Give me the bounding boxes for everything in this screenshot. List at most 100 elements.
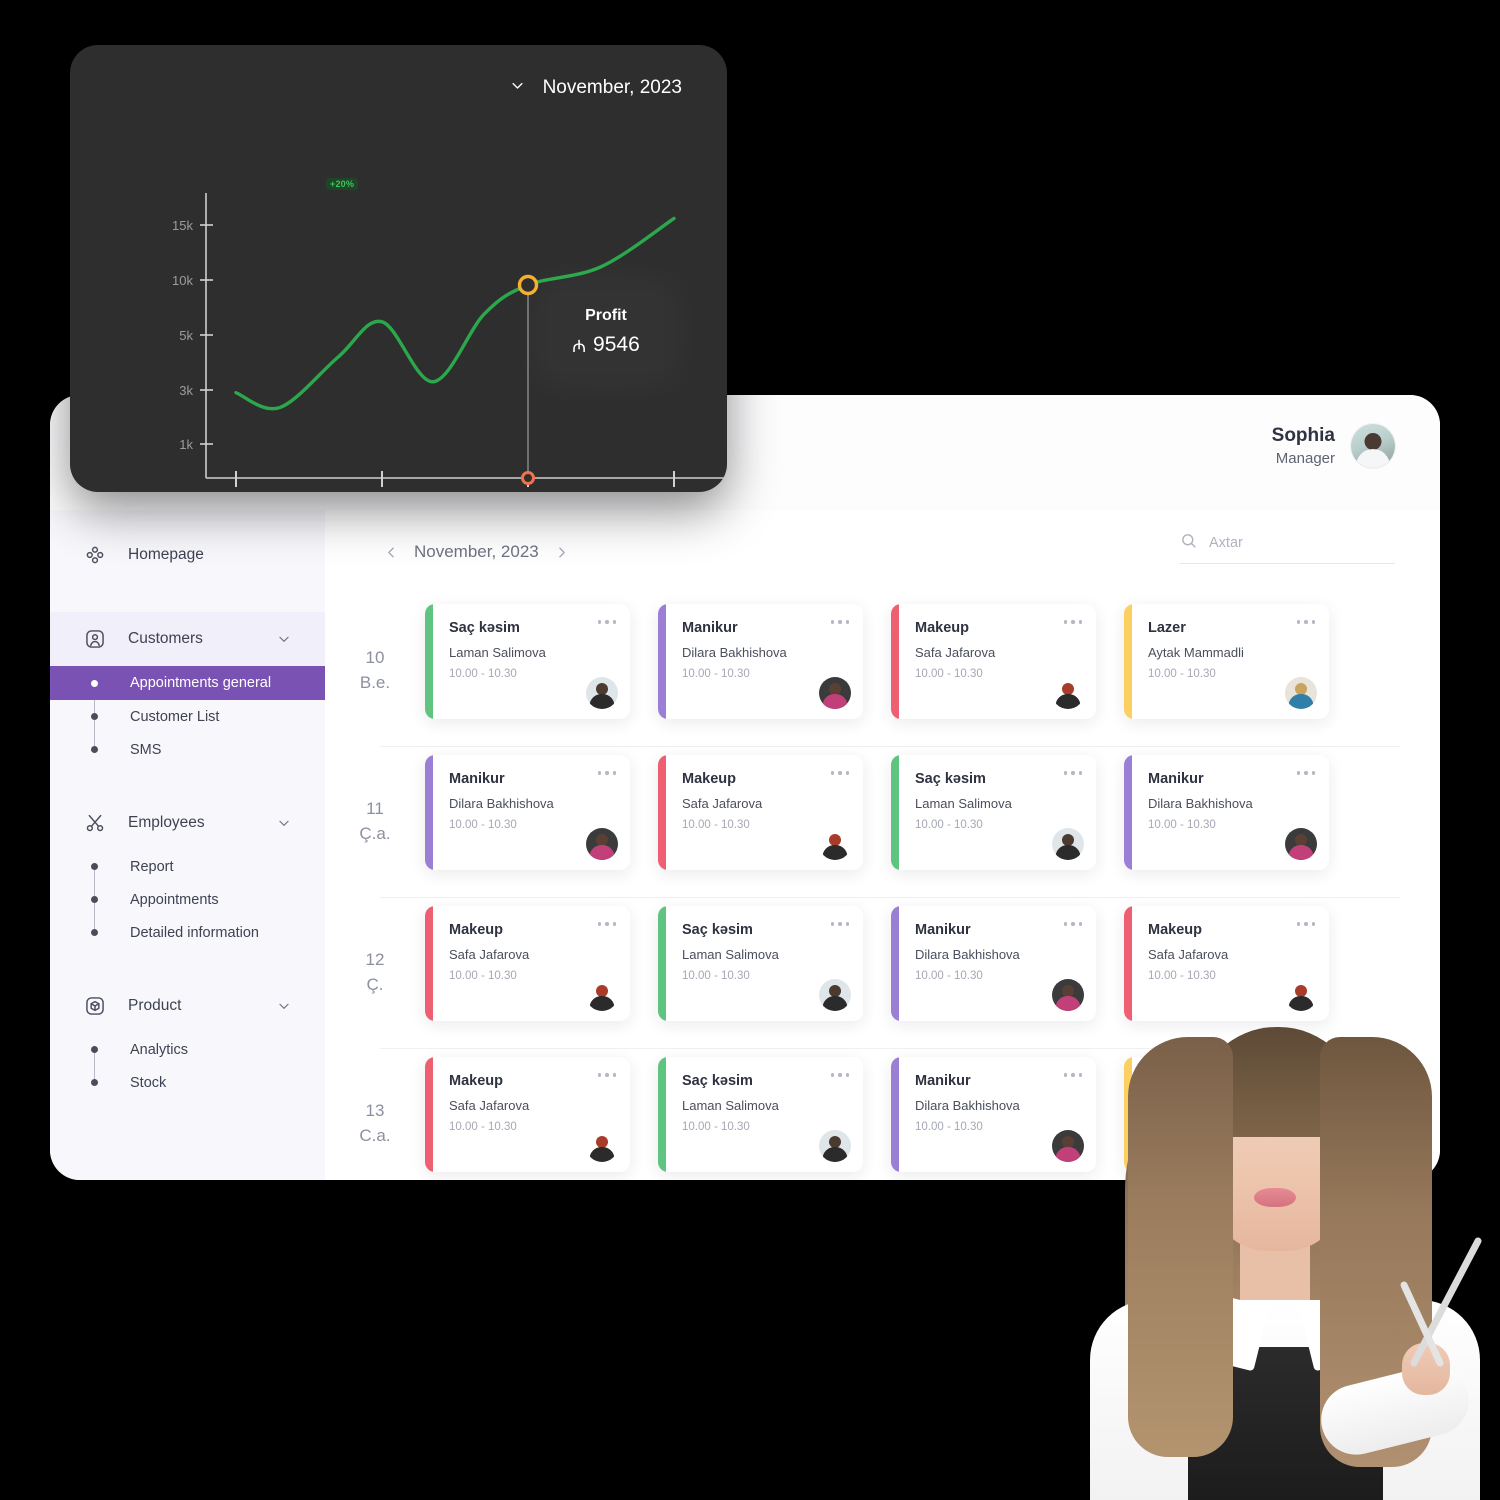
appointment-color-bar [425, 755, 433, 870]
sidebar-subitem-sms[interactable]: SMS [50, 733, 325, 766]
appointment-card[interactable]: Saç kəsim Laman Salimova 10.00 - 10.30 [425, 604, 630, 719]
schedule-row: 10 B.e. Saç kəsim Laman Salimova 10.00 - 10.… [325, 596, 1440, 747]
current-month-label: November, 2023 [414, 542, 539, 561]
bullet-icon [91, 929, 98, 936]
appointment-card[interactable]: Saç kəsim Laman Salimova 10.00 - 10.30 [658, 1057, 863, 1172]
more-options-icon[interactable] [597, 771, 616, 775]
growth-badge: +20% [326, 178, 359, 190]
more-options-icon[interactable] [1063, 771, 1082, 775]
appointment-time: 10.00 - 10.30 [682, 970, 750, 982]
sidebar-item-homepage[interactable]: Homepage [50, 528, 325, 582]
appointment-card[interactable]: Manikur Dilara Bakhishova 10.00 - 10.30 [1124, 755, 1329, 870]
user-profile[interactable]: Sophia Manager [1272, 423, 1395, 469]
homepage-icon [84, 544, 106, 566]
user-text: Sophia Manager [1272, 423, 1335, 469]
search-icon [1180, 532, 1197, 554]
appointment-card[interactable]: Manikur Dilara Bakhishova 10.00 - 10.30 [425, 755, 630, 870]
appointment-card[interactable]: Makeup Safa Jafarova 10.00 - 10.30 [425, 906, 630, 1021]
sidebar-subitem-stock[interactable]: Stock [50, 1066, 325, 1099]
user-name: Sophia [1271, 425, 1335, 446]
chevron-down-icon[interactable] [277, 999, 291, 1013]
appointment-time: 10.00 - 10.30 [449, 1121, 517, 1133]
appointment-time: 10.00 - 10.30 [1148, 668, 1216, 680]
appointment-time: 10.00 - 10.30 [449, 668, 517, 680]
scissors-icon [84, 812, 106, 834]
appointment-color-bar [425, 906, 433, 1021]
sidebar-subitem-appointments-general[interactable]: Appointments general [50, 666, 325, 700]
more-options-icon[interactable] [830, 922, 849, 926]
sidebar-subitem-report[interactable]: Report [50, 850, 325, 883]
sidebar-item-label: Product [128, 997, 182, 1014]
day-weekday: Ç. [366, 974, 384, 994]
appointment-service: Manikur [915, 922, 971, 938]
manat-currency-icon: ₼ [572, 336, 587, 356]
appointment-card[interactable]: Manikur Dilara Bakhishova 10.00 - 10.30 [891, 906, 1096, 1021]
more-options-icon[interactable] [1296, 771, 1315, 775]
appointment-client: Dilara Bakhishova [915, 1098, 1020, 1113]
client-avatar [819, 979, 851, 1011]
appointment-time: 10.00 - 10.30 [915, 819, 983, 831]
sidebar-subgroup-employees: Report Appointments Detailed information [50, 850, 325, 949]
more-options-icon[interactable] [1296, 922, 1315, 926]
appointment-client: Safa Jafarova [682, 796, 763, 811]
search-input[interactable] [1209, 535, 1395, 551]
more-options-icon[interactable] [830, 1073, 849, 1077]
appointment-card[interactable]: Manikur Dilara Bakhishova 10.00 - 10.30 [891, 1057, 1096, 1172]
bullet-icon [91, 746, 98, 753]
sidebar-subitem-detailed-information[interactable]: Detailed information [50, 916, 325, 949]
avatar[interactable] [1351, 423, 1395, 468]
chevron-down-icon[interactable] [277, 816, 291, 830]
next-month-button[interactable] [555, 546, 568, 559]
appointment-card[interactable]: Saç kəsim Laman Salimova 10.00 - 10.30 [891, 755, 1096, 870]
bullet-icon [91, 679, 98, 687]
photo-lips [1254, 1188, 1296, 1207]
sidebar-subitem-customer-list[interactable]: Customer List [50, 700, 325, 733]
appointment-card[interactable]: Makeup Safa Jafarova 10.00 - 10.30 [425, 1057, 630, 1172]
appointment-service: Manikur [1148, 771, 1204, 787]
more-options-icon[interactable] [597, 922, 616, 926]
svg-text:10k: 10k [172, 273, 193, 288]
appointment-service: Saç kəsim [682, 922, 753, 938]
bullet-icon [91, 896, 98, 903]
sidebar-item-product[interactable]: Product [50, 979, 325, 1033]
appointment-card[interactable]: Makeup Safa Jafarova 10.00 - 10.30 [891, 604, 1096, 719]
more-options-icon[interactable] [830, 771, 849, 775]
sidebar-item-customers[interactable]: Customers [50, 612, 325, 666]
day-weekday: B.e. [359, 672, 391, 692]
prev-month-button[interactable] [385, 546, 398, 559]
appointment-service: Manikur [449, 771, 505, 787]
sidebar-subitem-label: Appointments general [130, 675, 272, 691]
appointment-color-bar [658, 755, 666, 870]
sidebar-item-employees[interactable]: Employees [50, 796, 325, 850]
sidebar-subitem-appointments[interactable]: Appointments [50, 883, 325, 916]
chevron-down-icon[interactable] [277, 632, 291, 646]
more-options-icon[interactable] [1063, 620, 1082, 624]
day-weekday: C.a. [359, 1125, 391, 1145]
more-options-icon[interactable] [1296, 620, 1315, 624]
appointment-card[interactable]: Lazer Aytak Mammadli 10.00 - 10.30 [1124, 604, 1329, 719]
search-box[interactable] [1180, 532, 1395, 564]
chart-tooltip: Profit ₼ 9546 [547, 291, 665, 373]
appointment-time: 10.00 - 10.30 [682, 668, 750, 680]
appointment-card[interactable]: Manikur Dilara Bakhishova 10.00 - 10.30 [658, 604, 863, 719]
appointment-color-bar [1124, 755, 1132, 870]
appointment-service: Manikur [915, 1073, 971, 1089]
appointment-card[interactable]: Makeup Safa Jafarova 10.00 - 10.30 [658, 755, 863, 870]
profit-line-chart: 1k3k5k10k15k11 Nov12 Nov13 Nov14 Nov [172, 193, 727, 487]
day-number: 10 [365, 648, 385, 667]
more-options-icon[interactable] [830, 620, 849, 624]
sidebar-subitem-label: Customer List [130, 708, 220, 725]
client-avatar [1052, 677, 1084, 709]
more-options-icon[interactable] [597, 1073, 616, 1077]
appointment-time: 10.00 - 10.30 [915, 1121, 983, 1133]
day-cell: 10 B.e. [325, 596, 425, 695]
appointment-card[interactable]: Saç kəsim Laman Salimova 10.00 - 10.30 [658, 906, 863, 1021]
schedule-row: 11 Ç.a. Manikur Dilara Bakhishova 10.00 - 10… [325, 747, 1440, 898]
appointment-cards: Manikur Dilara Bakhishova 10.00 - 10.30 Mak… [425, 747, 1440, 870]
more-options-icon[interactable] [1063, 922, 1082, 926]
appointment-service: Saç kəsim [682, 1073, 753, 1089]
sidebar-subitem-analytics[interactable]: Analytics [50, 1033, 325, 1066]
appointment-service: Makeup [449, 1073, 503, 1089]
more-options-icon[interactable] [597, 620, 616, 624]
